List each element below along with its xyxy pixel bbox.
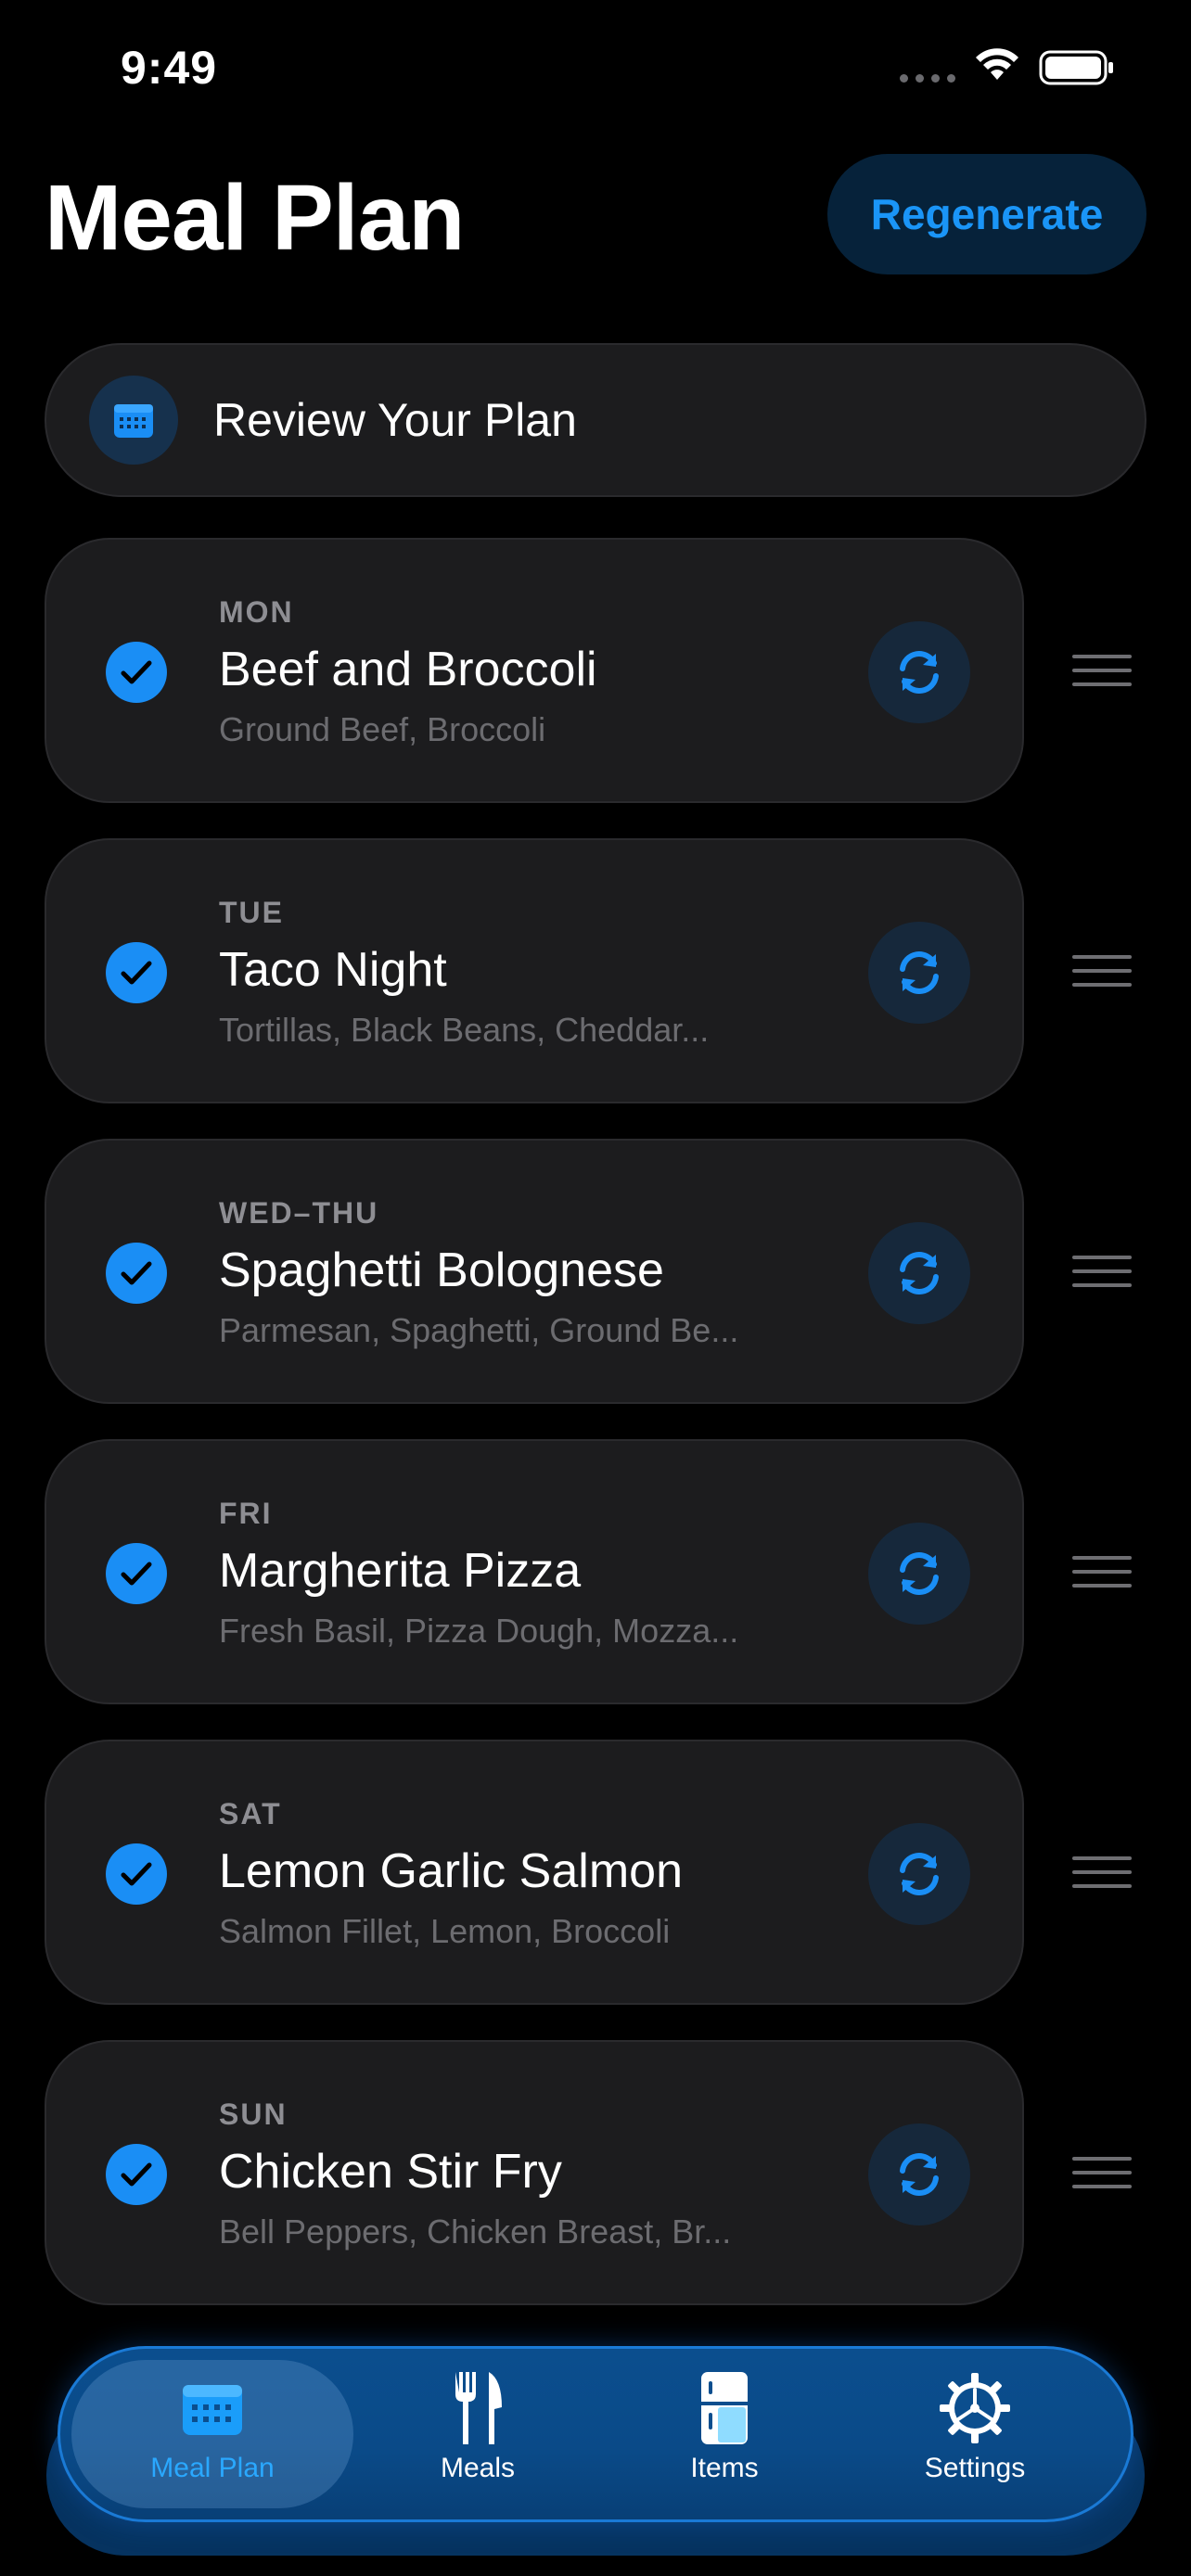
meal-card[interactable]: SAT Lemon Garlic Salmon Salmon Fillet, L… (45, 1740, 1024, 2005)
meal-row: TUE Taco Night Tortillas, Black Beans, C… (0, 838, 1191, 1103)
gear-icon (938, 2369, 1012, 2447)
review-plan-label: Review Your Plan (213, 394, 577, 446)
drag-handle-icon[interactable] (1072, 955, 1132, 987)
meal-ingredients: Parmesan, Spaghetti, Ground Be... (219, 1311, 739, 1349)
review-plan-button[interactable]: Review Your Plan (45, 343, 1146, 497)
checkmark-icon[interactable] (106, 642, 167, 703)
refresh-icon (900, 1853, 939, 1895)
meal-row: FRI Margherita Pizza Fresh Basil, Pizza … (0, 1439, 1191, 1704)
tab-settings[interactable]: Settings (873, 2369, 1077, 2508)
meal-card[interactable]: MON Beef and Broccoli Ground Beef, Brocc… (45, 538, 1024, 803)
meal-card[interactable]: FRI Margherita Pizza Fresh Basil, Pizza … (45, 1439, 1024, 1704)
refresh-icon (900, 951, 939, 994)
drag-handle-icon[interactable] (1072, 1856, 1132, 1888)
meal-ingredients: Bell Peppers, Chicken Breast, Br... (219, 2213, 732, 2251)
battery-icon (1039, 50, 1113, 85)
meal-name: Taco Night (219, 943, 447, 997)
swap-meal-button[interactable] (868, 1823, 970, 1925)
refresh-icon (900, 1552, 939, 1595)
refresh-icon (900, 651, 939, 694)
checkmark-icon[interactable] (106, 1243, 167, 1304)
meal-name: Beef and Broccoli (219, 643, 597, 696)
meal-name: Spaghetti Bolognese (219, 1243, 664, 1297)
meal-day: TUE (219, 896, 284, 929)
tab-label: Settings (924, 2453, 1026, 2483)
tab-meal-plan[interactable]: Meal Plan (110, 2369, 314, 2508)
calendar-icon (89, 376, 178, 465)
meal-day: WED–THU (219, 1196, 379, 1230)
meal-day: MON (219, 595, 294, 629)
meal-name: Margherita Pizza (219, 1544, 582, 1598)
drag-handle-icon[interactable] (1072, 2157, 1132, 2188)
tab-label: Meals (440, 2453, 516, 2483)
checkmark-icon[interactable] (106, 2144, 167, 2205)
swap-meal-button[interactable] (868, 1222, 970, 1324)
fork-knife-icon (441, 2369, 515, 2447)
calendar-icon (175, 2369, 250, 2447)
status-time: 9:49 (121, 42, 218, 94)
status-bar: 9:49 (0, 0, 1191, 139)
tab-items[interactable]: Items (622, 2369, 826, 2508)
checkmark-icon[interactable] (106, 942, 167, 1003)
meal-day: SAT (219, 1797, 282, 1830)
meal-ingredients: Salmon Fillet, Lemon, Broccoli (219, 1912, 671, 1950)
swap-meal-button[interactable] (868, 922, 970, 1024)
regenerate-button[interactable]: Regenerate (827, 154, 1146, 274)
meal-row: SUN Chicken Stir Fry Bell Peppers, Chick… (0, 2040, 1191, 2305)
meal-ingredients: Tortillas, Black Beans, Cheddar... (219, 1011, 710, 1049)
wifi-icon (976, 48, 1018, 80)
tab-label: Meal Plan (150, 2453, 275, 2483)
checkmark-icon[interactable] (106, 1543, 167, 1604)
meal-day: FRI (219, 1497, 273, 1530)
meal-row: MON Beef and Broccoli Ground Beef, Brocc… (0, 538, 1191, 803)
meal-card[interactable]: WED–THU Spaghetti Bolognese Parmesan, Sp… (45, 1139, 1024, 1404)
tab-label: Items (690, 2453, 759, 2483)
meal-row: SAT Lemon Garlic Salmon Salmon Fillet, L… (0, 1740, 1191, 2005)
cellular-signal-icon (900, 74, 955, 83)
refresh-icon (900, 1252, 939, 1294)
drag-handle-icon[interactable] (1072, 1256, 1132, 1287)
meal-card[interactable]: TUE Taco Night Tortillas, Black Beans, C… (45, 838, 1024, 1103)
meal-card[interactable]: SUN Chicken Stir Fry Bell Peppers, Chick… (45, 2040, 1024, 2305)
swap-meal-button[interactable] (868, 2123, 970, 2225)
refresh-icon (900, 2153, 939, 2196)
tab-meals[interactable]: Meals (376, 2369, 580, 2508)
meal-day: SUN (219, 2098, 288, 2131)
drag-handle-icon[interactable] (1072, 1556, 1132, 1588)
meal-ingredients: Ground Beef, Broccoli (219, 710, 546, 748)
fridge-icon (687, 2369, 762, 2447)
tab-bar: Meal Plan Meals Items Settings (58, 2346, 1133, 2522)
swap-meal-button[interactable] (868, 621, 970, 723)
meal-name: Chicken Stir Fry (219, 2145, 562, 2199)
swap-meal-button[interactable] (868, 1523, 970, 1625)
meal-row: WED–THU Spaghetti Bolognese Parmesan, Sp… (0, 1139, 1191, 1404)
meal-ingredients: Fresh Basil, Pizza Dough, Mozza... (219, 1612, 739, 1650)
drag-handle-icon[interactable] (1072, 655, 1132, 686)
page-title: Meal Plan (45, 166, 465, 270)
checkmark-icon[interactable] (106, 1843, 167, 1905)
meal-name: Lemon Garlic Salmon (219, 1844, 683, 1898)
